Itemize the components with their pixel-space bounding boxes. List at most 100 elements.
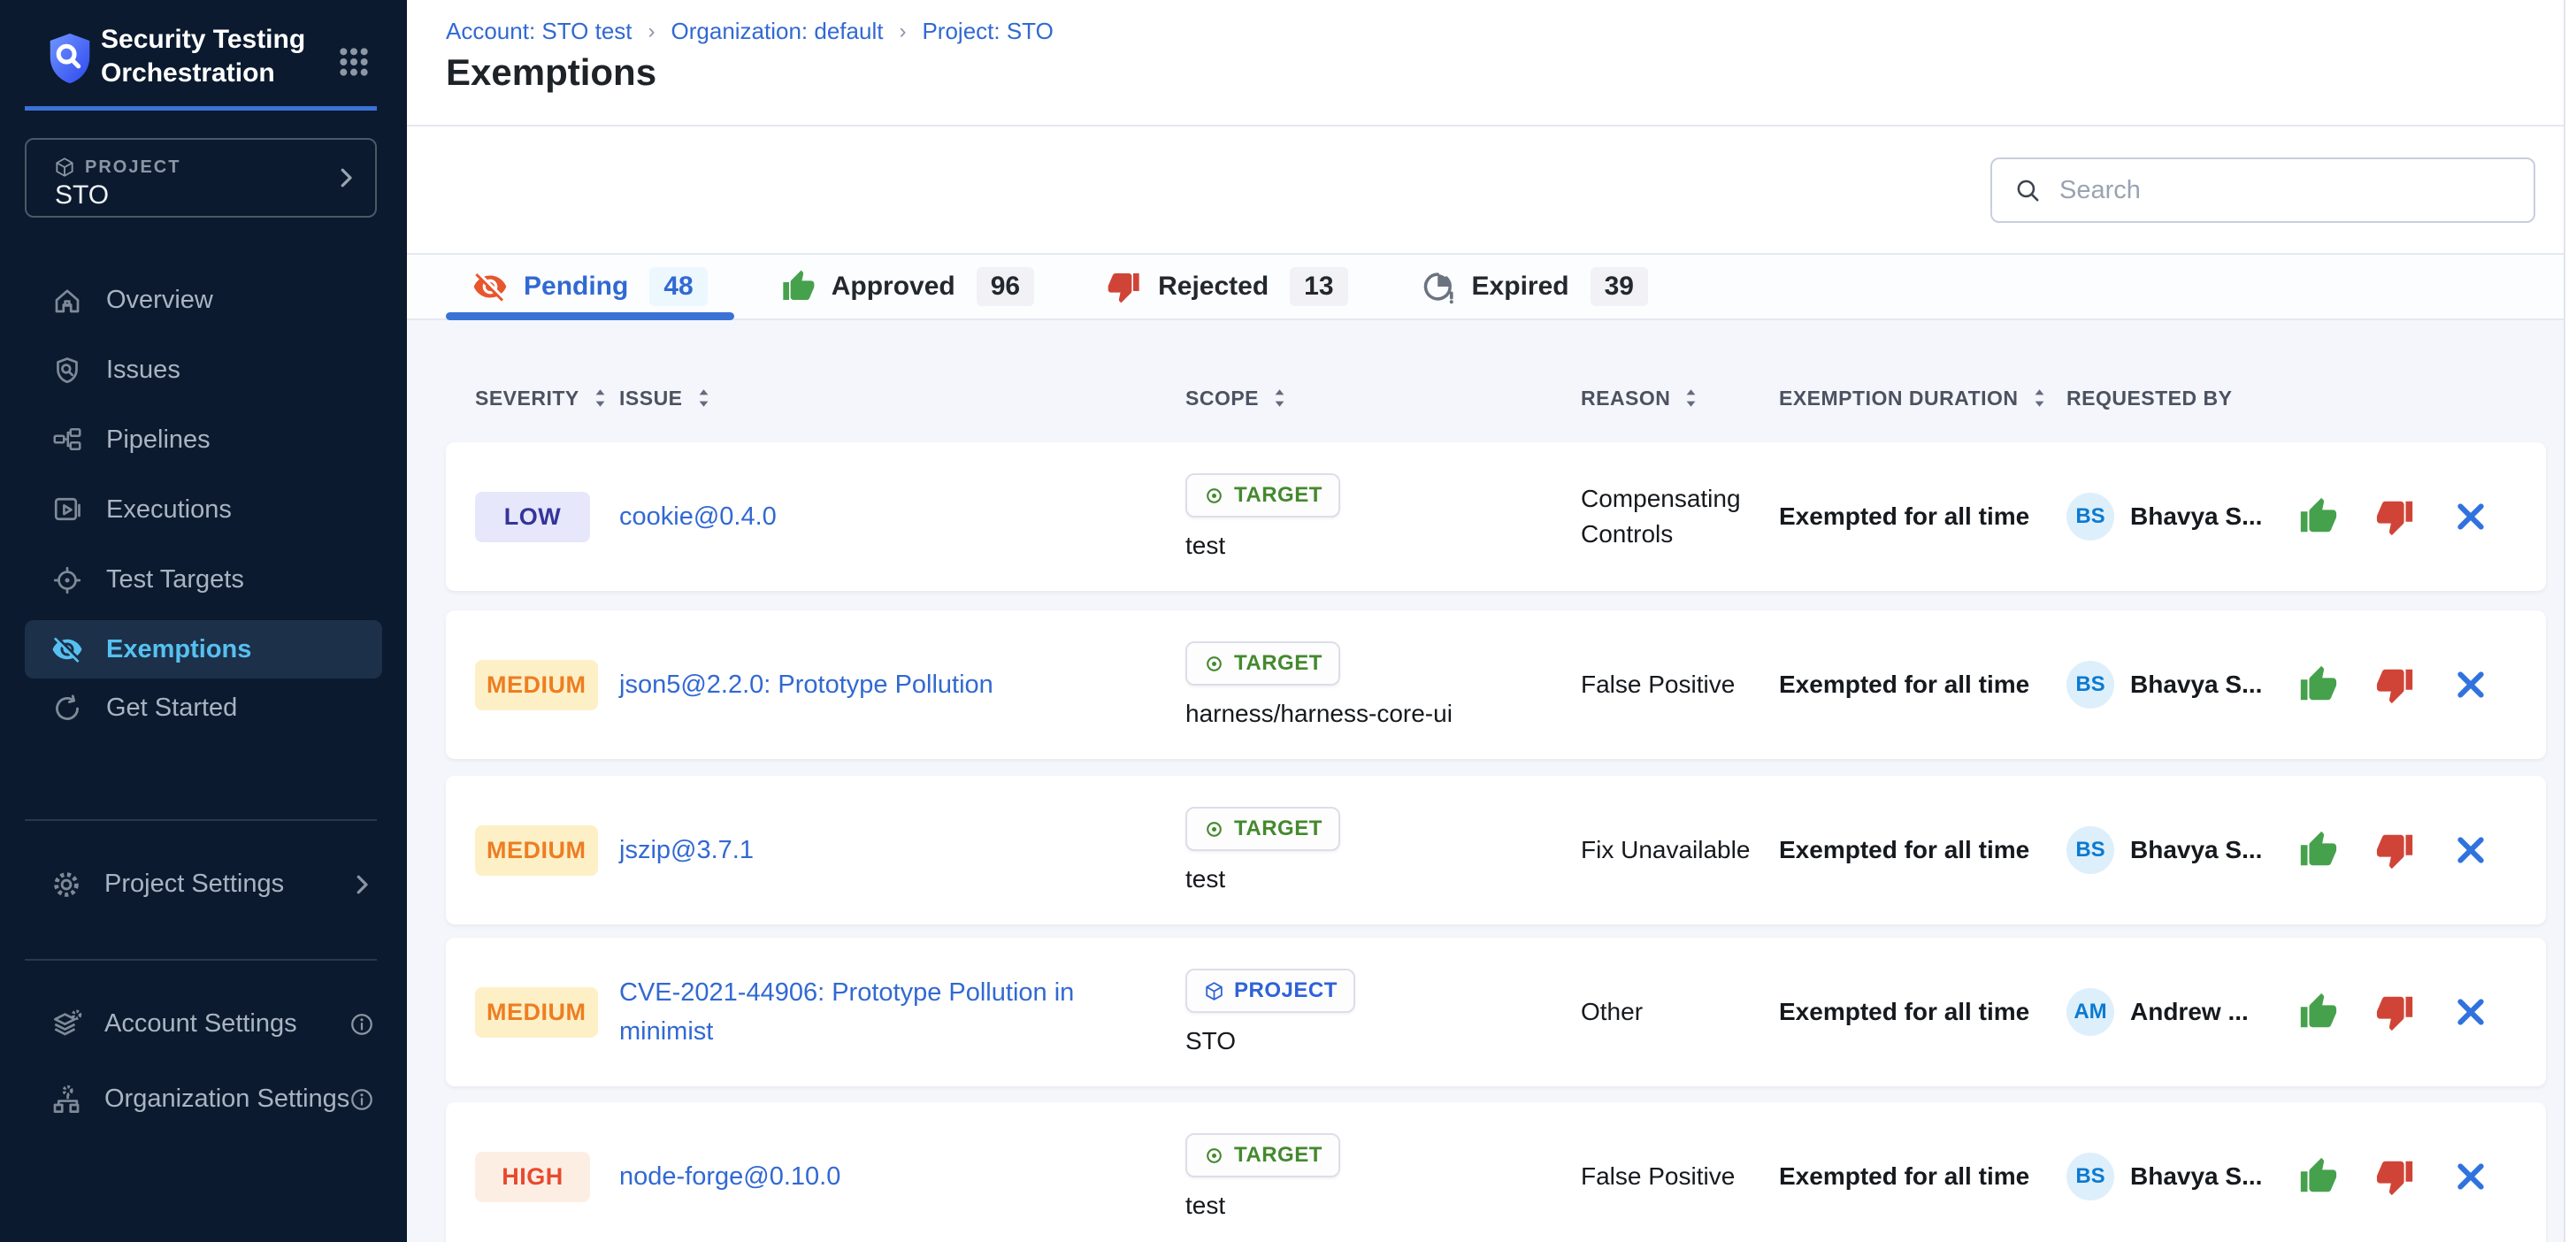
sidebar-item-project-settings[interactable]: Project Settings	[0, 849, 407, 919]
sort-icon[interactable]	[594, 388, 607, 408]
tab-approved[interactable]: Approved 96	[754, 255, 1061, 318]
target-icon	[1203, 1145, 1225, 1167]
scope-type-chip: TARGET	[1185, 473, 1340, 518]
requester-name: Andrew ...	[2130, 998, 2249, 1026]
main-area: Account: STO test › Organization: defaul…	[407, 0, 2576, 1242]
search-icon	[2013, 176, 2042, 204]
cancel-x-icon[interactable]	[2453, 499, 2488, 534]
scope-type-label: TARGET	[1234, 651, 1322, 676]
cancel-x-icon[interactable]	[2453, 832, 2488, 868]
breadcrumb-account-link[interactable]: Account: STO test	[446, 18, 632, 45]
tab-rejected[interactable]: Rejected 13	[1080, 255, 1374, 318]
avatar: BS	[2066, 1153, 2114, 1200]
table-row: HIGH node-forge@0.10.0 TARGET test False…	[446, 1102, 2546, 1242]
issue-link[interactable]: jszip@3.7.1	[619, 831, 754, 870]
sort-icon[interactable]	[1684, 388, 1698, 408]
project-selector[interactable]: PROJECT STO	[25, 138, 377, 218]
reject-thumb-down-icon[interactable]	[2375, 1156, 2416, 1197]
info-icon[interactable]	[349, 1086, 375, 1113]
approve-thumb-up-icon[interactable]	[2297, 664, 2338, 705]
exemption-duration-text: Exempted for all time	[1779, 998, 2066, 1026]
issue-link[interactable]: CVE-2021-44906: Prototype Pollution in m…	[619, 973, 1132, 1051]
scroll-gutter-divider	[2564, 0, 2565, 1242]
cancel-x-icon[interactable]	[2453, 1159, 2488, 1194]
reason-text: Other	[1581, 994, 1779, 1030]
breadcrumb-project-link[interactable]: Project: STO	[922, 18, 1053, 45]
row-actions	[2294, 496, 2546, 537]
sidebar-divider	[25, 819, 377, 821]
reason-text: False Positive	[1581, 667, 1779, 702]
breadcrumb-organization-link[interactable]: Organization: default	[671, 18, 884, 45]
issue-link[interactable]: node-forge@0.10.0	[619, 1157, 840, 1196]
approve-thumb-up-icon[interactable]	[2297, 992, 2338, 1032]
tab-label: Pending	[524, 272, 628, 302]
layers-gear-icon	[50, 1008, 83, 1041]
avatar: BS	[2066, 826, 2114, 874]
issue-link[interactable]: cookie@0.4.0	[619, 497, 777, 536]
column-header-severity[interactable]: SEVERITY	[475, 387, 619, 410]
exemption-duration-text: Exempted for all time	[1779, 671, 2066, 699]
sidebar-divider	[25, 959, 377, 961]
sidebar-item-exemptions[interactable]: Exemptions	[25, 620, 382, 678]
target-icon	[1203, 653, 1225, 675]
column-header-requested-by: REQUESTED BY	[2066, 387, 2294, 410]
pipelines-icon	[51, 425, 83, 456]
sidebar-item-pipelines[interactable]: Pipelines	[0, 405, 407, 475]
reject-thumb-down-icon[interactable]	[2375, 830, 2416, 870]
severity-badge: MEDIUM	[475, 825, 598, 876]
exemptions-table: SEVERITY ISSUE SCOPE REASON EXEMPTION DU…	[407, 320, 2565, 1242]
info-icon[interactable]	[349, 1011, 375, 1038]
sort-icon[interactable]	[2033, 388, 2046, 408]
requester-name: Bhavya S...	[2130, 502, 2262, 531]
chevron-right-icon	[333, 165, 359, 191]
scope-cell: TARGET harness/harness-core-ui	[1185, 641, 1581, 728]
scope-type-label: TARGET	[1234, 816, 1322, 841]
reject-thumb-down-icon[interactable]	[2375, 496, 2416, 537]
approve-thumb-up-icon[interactable]	[2297, 1156, 2338, 1197]
module-switcher-grid-icon[interactable]	[336, 44, 372, 80]
sidebar-item-organization-settings[interactable]: Organization Settings	[0, 1064, 407, 1134]
reject-thumb-down-icon[interactable]	[2375, 664, 2416, 705]
sidebar-item-account-settings[interactable]: Account Settings	[0, 989, 407, 1059]
avatar: AM	[2066, 988, 2114, 1036]
scope-type-chip: PROJECT	[1185, 969, 1355, 1013]
app-screen: Security Testing Orchestration PROJECT S…	[0, 0, 2576, 1242]
column-header-scope[interactable]: SCOPE	[1185, 387, 1581, 410]
cancel-x-icon[interactable]	[2453, 994, 2488, 1030]
table-row: MEDIUM jszip@3.7.1 TARGET test Fix Unava…	[446, 776, 2546, 924]
tab-expired[interactable]: Expired 39	[1394, 255, 1675, 318]
sidebar-item-get-started[interactable]: Get Started	[0, 673, 407, 743]
row-actions	[2294, 1156, 2546, 1197]
tab-pending[interactable]: Pending 48	[446, 255, 734, 318]
search-input[interactable]	[2058, 175, 2534, 206]
cube-icon	[1203, 980, 1225, 1002]
sidebar-item-overview[interactable]: Overview	[0, 265, 407, 335]
scope-type-chip: TARGET	[1185, 641, 1340, 686]
sidebar-item-issues[interactable]: Issues	[0, 335, 407, 405]
sidebar: Security Testing Orchestration PROJECT S…	[0, 0, 407, 1242]
tab-count-badge: 48	[649, 267, 707, 306]
issue-link[interactable]: json5@2.2.0: Prototype Pollution	[619, 665, 993, 704]
cancel-x-icon[interactable]	[2453, 667, 2488, 702]
column-header-issue[interactable]: ISSUE	[619, 387, 1185, 410]
tab-label: Approved	[832, 272, 955, 302]
requested-by-cell: BS Bhavya S...	[2066, 826, 2294, 874]
approve-thumb-up-icon[interactable]	[2297, 496, 2338, 537]
sidebar-item-label: Executions	[106, 495, 232, 525]
approve-thumb-up-icon[interactable]	[2297, 830, 2338, 870]
sidebar-item-executions[interactable]: Executions	[0, 475, 407, 545]
scope-cell: PROJECT STO	[1185, 969, 1581, 1055]
cube-icon	[53, 156, 76, 179]
sidebar-nav: Overview Issues Pipelines Executions Tes…	[0, 265, 407, 743]
column-header-reason[interactable]: REASON	[1581, 387, 1779, 410]
severity-badge: LOW	[475, 492, 590, 542]
column-header-exemption-duration[interactable]: EXEMPTION DURATION	[1779, 387, 2066, 410]
project-selector-label: PROJECT	[85, 157, 180, 178]
breadcrumb: Account: STO test › Organization: defaul…	[446, 18, 1054, 45]
sidebar-item-test-targets[interactable]: Test Targets	[0, 545, 407, 615]
scope-name: test	[1185, 865, 1225, 893]
sort-icon[interactable]	[697, 388, 710, 408]
breadcrumb-separator-icon: ›	[648, 19, 656, 44]
sort-icon[interactable]	[1273, 388, 1286, 408]
reject-thumb-down-icon[interactable]	[2375, 992, 2416, 1032]
